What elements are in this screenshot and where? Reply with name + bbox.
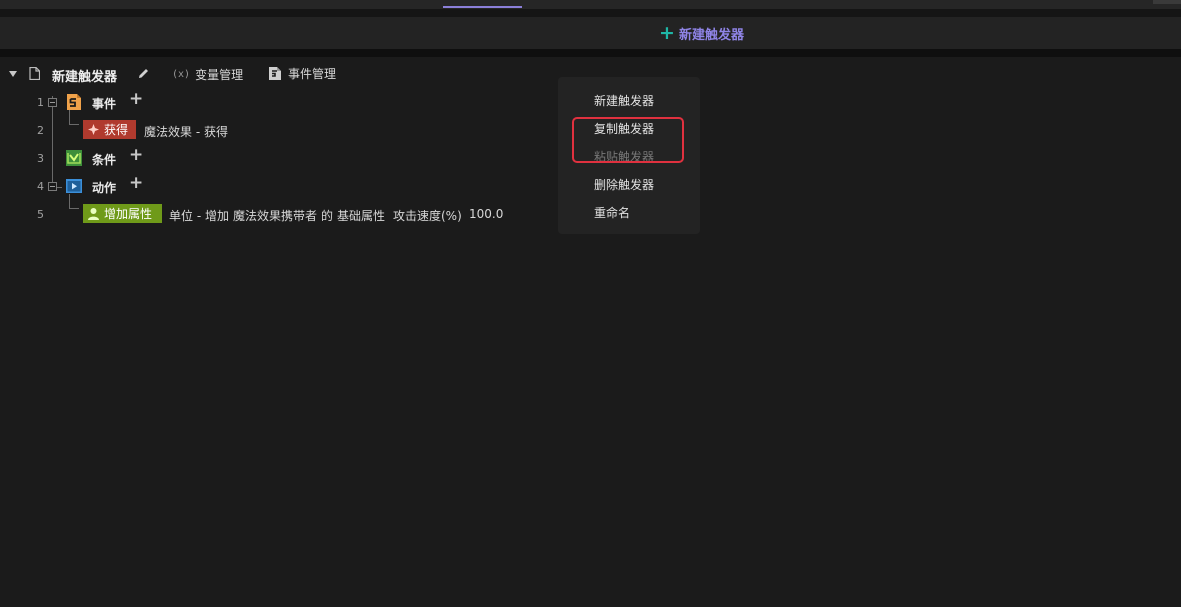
- person-icon: [88, 208, 99, 220]
- action-text-of: 的: [321, 209, 334, 223]
- active-tab-indicator[interactable]: [443, 6, 522, 8]
- event-manager-label: 事件管理: [288, 67, 337, 81]
- edit-pencil-icon[interactable]: [137, 67, 150, 80]
- variable-manager-button[interactable]: (x) 变量管理: [172, 66, 243, 83]
- highlight-annotation: [572, 117, 684, 163]
- action-param-attr-type[interactable]: 基础属性: [337, 207, 385, 224]
- section-label-actions: 动作: [92, 181, 117, 195]
- tree-row-event-item[interactable]: 2 获得 魔法效果 - 获得: [0, 116, 560, 144]
- top-tab-strip: [0, 0, 1181, 9]
- menu-item-rename[interactable]: 重命名: [594, 204, 630, 221]
- event-manager-button[interactable]: 事件管理: [268, 65, 336, 82]
- event-manager-icon: [269, 67, 281, 80]
- document-icon: [29, 67, 40, 80]
- action-param-value[interactable]: 100.0: [469, 207, 503, 221]
- plus-icon: +: [659, 21, 675, 44]
- section-label-conditions: 条件: [92, 153, 117, 167]
- add-event-button[interactable]: +: [129, 91, 143, 108]
- event-tag-label: 获得: [104, 123, 129, 137]
- add-condition-button[interactable]: +: [129, 147, 143, 164]
- section-label-events: 事件: [92, 97, 117, 111]
- new-trigger-button[interactable]: + 新建触发器: [659, 21, 744, 44]
- line-number: 4: [37, 180, 44, 193]
- event-description[interactable]: 魔法效果 - 获得: [144, 123, 228, 140]
- menu-item-new-trigger[interactable]: 新建触发器: [594, 92, 654, 109]
- condition-icon: [66, 150, 82, 166]
- variable-icon: (x): [172, 69, 191, 80]
- window-corner: [1153, 0, 1181, 4]
- new-trigger-bar: + 新建触发器: [0, 17, 1181, 49]
- event-icon: [67, 94, 81, 110]
- variable-manager-label: 变量管理: [195, 68, 244, 82]
- divider: [0, 9, 1181, 17]
- trigger-header: 新建触发器 (x) 变量管理 事件管理: [0, 60, 600, 88]
- action-text-unit[interactable]: 单位 - 增加: [169, 207, 229, 224]
- action-param-attr[interactable]: 攻击速度(%): [393, 207, 462, 224]
- line-number: 2: [37, 124, 44, 137]
- line-number: 1: [37, 96, 44, 109]
- add-action-button[interactable]: +: [129, 175, 143, 192]
- tree-row-events[interactable]: 1 事件 +: [0, 88, 560, 116]
- tree-row-actions[interactable]: 4 动作 +: [0, 172, 560, 200]
- new-trigger-label: 新建触发器: [678, 27, 744, 43]
- line-number: 3: [37, 152, 44, 165]
- tree-row-conditions[interactable]: 3 条件 +: [0, 144, 560, 172]
- action-param-target[interactable]: 魔法效果携带者: [233, 207, 317, 224]
- line-number: 5: [37, 208, 44, 221]
- sparkle-icon: [88, 124, 99, 135]
- action-tag-label: 增加属性: [104, 207, 153, 221]
- collapse-caret-icon[interactable]: [9, 71, 17, 77]
- divider: [0, 49, 1181, 57]
- event-tag[interactable]: 获得: [83, 120, 137, 139]
- action-icon: [66, 179, 82, 193]
- tree-row-action-item[interactable]: 5 增加属性 单位 - 增加 魔法效果携带者 的 基础属性 攻击速度(%) 10…: [0, 200, 560, 228]
- trigger-name: 新建触发器: [52, 70, 118, 85]
- action-tag[interactable]: 增加属性: [83, 204, 163, 223]
- menu-item-delete-trigger[interactable]: 删除触发器: [594, 176, 654, 193]
